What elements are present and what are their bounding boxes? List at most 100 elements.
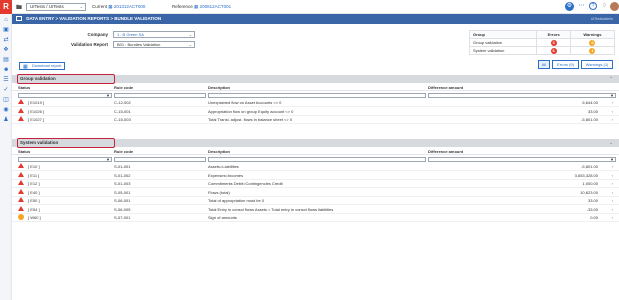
entity-select[interactable]: UITests / UITests ⌄ — [26, 3, 86, 11]
sidebar-puzzle-icon[interactable]: ❖ — [3, 47, 9, 53]
reference-value: 200812ACT001 — [199, 4, 232, 9]
filter-icon: ▼ — [610, 93, 614, 98]
chevron-right-icon[interactable]: › — [612, 172, 613, 180]
amount-cell: 10,823.00 — [580, 189, 598, 195]
table-row[interactable]: [ E50 ] S-06-001 Total of appropriation mu… — [12, 197, 619, 205]
download-report-button[interactable]: ▦ Download report — [19, 62, 65, 70]
system-validation-section-header[interactable]: System validation ⌄ — [12, 138, 619, 148]
col-status[interactable]: Status — [18, 148, 30, 155]
amount-filter-input[interactable]: ▼ — [428, 93, 616, 98]
table-row[interactable]: [ E11 ] S-01-002 Expenses=Incomes 3,653,328… — [12, 171, 619, 180]
description-cell: Assets=Liabilities — [208, 164, 239, 169]
gear-icon[interactable]: ⚙ — [565, 2, 574, 11]
reference-period[interactable]: Reference ▦ 200812ACT001 — [172, 3, 231, 11]
error-icon — [18, 180, 24, 185]
chevron-right-icon[interactable]: › — [612, 116, 613, 124]
rule-code-cell: C-12-002 — [114, 100, 131, 105]
current-value: 201312ACT000 — [113, 4, 146, 9]
error-icon — [18, 163, 24, 168]
group-validation-section-header[interactable]: Group validation ⌃ — [12, 74, 619, 84]
rule-code-cell: C-15-001 — [114, 108, 131, 114]
chevron-right-icon[interactable]: › — [612, 108, 613, 116]
status-cell: [ E50 ] — [28, 198, 40, 203]
sidebar-users-icon[interactable]: ☻ — [3, 67, 9, 73]
chevron-down-icon: ⌄ — [188, 42, 192, 47]
table-row[interactable]: [ E40 ] S-05-001 Flows (total) 10,823.00 › — [12, 188, 619, 197]
chevron-down-icon: ⌄ — [188, 32, 192, 37]
avatar[interactable] — [610, 2, 619, 11]
validation-report-select[interactable]: B01 : Bundles Validation ⌄ — [113, 41, 195, 48]
sidebar-image-icon[interactable]: ▣ — [3, 27, 9, 33]
sidebar-home-icon[interactable]: ⌂ — [3, 17, 9, 23]
error-icon — [18, 188, 24, 194]
table-row[interactable]: [ E10 ] S-01-001 Assets=Liabilities -5,801.… — [12, 163, 619, 171]
error-icon — [18, 107, 24, 113]
sidebar-layers-icon[interactable]: ◫ — [3, 97, 9, 103]
col-amount[interactable]: Difference amount — [428, 84, 463, 91]
group-filter-row: ▼ ▼ — [12, 92, 619, 99]
help-icon[interactable]: ? — [589, 2, 597, 10]
current-period[interactable]: Current ▦ 201312ACT000 — [92, 3, 145, 11]
status-filter-input[interactable]: ▼ — [18, 157, 112, 162]
chevron-right-icon[interactable]: › — [612, 99, 613, 107]
description-filter-input[interactable] — [208, 93, 426, 98]
rule-code-cell: S-05-001 — [114, 189, 131, 195]
sidebar-check-icon[interactable]: ✓ — [3, 87, 9, 93]
sidebar-document-icon[interactable]: ▤ — [3, 57, 9, 63]
sidebar-arrows-icon[interactable]: ⇄ — [3, 37, 9, 43]
filter-all-button[interactable]: All — [538, 60, 550, 69]
rule-code-cell: S-07-001 — [114, 215, 131, 220]
status-cell: [ E54 ] — [28, 206, 40, 212]
rule-filter-input[interactable] — [114, 93, 206, 98]
chevron-right-icon[interactable]: › — [612, 214, 613, 222]
chevron-right-icon[interactable]: › — [612, 206, 613, 214]
filter-errors-button[interactable]: Errors (9) — [552, 60, 579, 69]
table-row[interactable]: [ E12 ] S-01-003 Commitments Debit=Conting… — [12, 180, 619, 188]
col-status[interactable]: Status — [18, 84, 30, 91]
amount-cell: -5,801.00 — [581, 164, 598, 169]
description-cell: Appropriation flow on group Equity accou… — [208, 108, 294, 114]
filter-icon: ▼ — [106, 93, 110, 98]
table-row[interactable]: [ E1027 ] C-15-003 Total Transl. adjust. f… — [12, 116, 619, 124]
col-description[interactable]: Description — [208, 84, 230, 91]
sidebar-list-icon[interactable]: ☰ — [3, 77, 9, 83]
chevron-up-icon[interactable]: ⌃ — [609, 75, 613, 83]
chevron-right-icon[interactable]: › — [612, 180, 613, 188]
table-row[interactable]: [ E1026 ] C-15-001 Appropriation flow on g… — [12, 107, 619, 116]
rule-code-cell: S-01-003 — [114, 181, 131, 186]
amount-cell: 6,644.00 — [582, 100, 598, 105]
amount-cell: 33.00 — [587, 108, 598, 114]
user-label: UITests/admin — [590, 17, 613, 21]
validation-report-value: B01 : Bundles Validation — [117, 42, 161, 47]
chevron-right-icon[interactable]: › — [612, 163, 613, 171]
chevron-right-icon[interactable]: › — [612, 189, 613, 197]
company-label: Company — [87, 32, 108, 37]
sidebar-globe-icon[interactable]: ◉ — [3, 107, 9, 113]
status-cell: [ E12 ] — [28, 181, 40, 186]
status-filter-input[interactable]: ▼ — [18, 93, 112, 98]
group-table-header: Status Rule code Description Difference … — [12, 84, 619, 91]
table-row[interactable]: [ E1019 ] C-12-002 Unexplained flow on Ass… — [12, 99, 619, 107]
system-table-header: Status Rule code Description Difference … — [12, 148, 619, 155]
description-filter-input[interactable] — [208, 157, 426, 162]
col-amount[interactable]: Difference amount — [428, 148, 463, 155]
filter-warnings-button[interactable]: Warnings (1) — [581, 60, 613, 69]
status-cell: [ E11 ] — [28, 172, 40, 178]
warning-count-badge: 1 — [589, 47, 596, 54]
status-cell: [ E40 ] — [28, 189, 40, 195]
amount-filter-input[interactable]: ▼ — [428, 157, 616, 162]
sidebar-person-icon[interactable]: ♟ — [3, 117, 9, 123]
table-row[interactable]: [ W60 ] S-07-001 Sign of amounts 0.00 › — [12, 214, 619, 222]
table-row[interactable]: [ E54 ] S-06-005 Total Entry in consol flo… — [12, 205, 619, 214]
rule-filter-input[interactable] — [114, 157, 206, 162]
amount-cell: -5,801.00 — [581, 117, 598, 122]
chevron-right-icon[interactable]: › — [612, 197, 613, 205]
bell-icon[interactable]: ♢ — [600, 2, 609, 11]
chevron-down-icon[interactable]: ⌄ — [609, 139, 613, 147]
company-select[interactable]: 1 : B Green SA ⌄ — [113, 31, 195, 38]
col-description[interactable]: Description — [208, 148, 230, 155]
folder-icon[interactable]: 🖿 — [16, 3, 22, 13]
apps-grid-icon[interactable]: ⋯ — [577, 2, 586, 11]
col-rule-code[interactable]: Rule code — [114, 148, 133, 155]
col-rule-code[interactable]: Rule code — [114, 84, 133, 91]
